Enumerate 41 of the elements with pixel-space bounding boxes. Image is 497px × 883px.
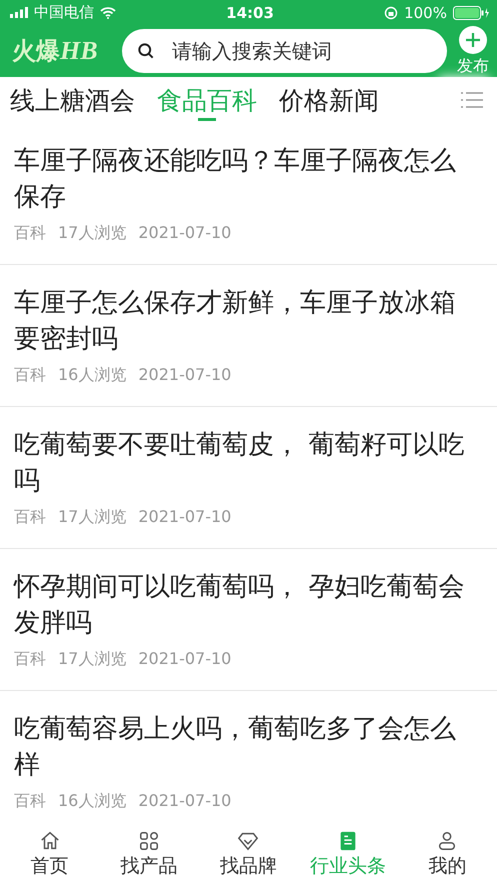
article-category: 百科: [14, 791, 46, 812]
article-date: 2021-07-10: [138, 223, 232, 244]
article-date: 2021-07-10: [138, 365, 232, 386]
wifi-icon: [100, 6, 116, 18]
search-field[interactable]: 请输入搜索关键词: [170, 38, 433, 64]
home-icon: [38, 830, 61, 852]
article-title[interactable]: 吃葡萄容易上火吗，葡萄吃多了会怎么样: [14, 711, 470, 783]
view-count: 17人浏览: [58, 223, 126, 244]
article-category: 百科: [14, 507, 46, 528]
status-time: 14:03: [226, 4, 274, 22]
article-title[interactable]: 车厘子隔夜还能吃吗？车厘子隔夜怎么保存: [14, 143, 470, 215]
view-count: 16人浏览: [58, 365, 126, 386]
view-count: 16人浏览: [58, 791, 126, 812]
signal-icon: [10, 7, 28, 18]
category-tab[interactable]: 线上糖酒会: [10, 77, 135, 123]
article-date: 2021-07-10: [138, 507, 232, 528]
nav-tab[interactable]: 找品牌: [203, 830, 294, 878]
search-bar[interactable]: 请输入搜索关键词: [122, 29, 447, 73]
article-title[interactable]: 吃葡萄要不要吐葡萄皮， 葡萄籽可以吃吗: [14, 427, 470, 499]
app-logo: 火爆HB: [12, 35, 99, 67]
nav-tab[interactable]: 我的: [402, 830, 492, 878]
grid-icon: [138, 830, 160, 852]
article-title[interactable]: 车厘子怎么保存才新鲜，车厘子放冰箱要密封吗: [14, 285, 470, 357]
article-category: 百科: [14, 365, 46, 386]
view-count: 17人浏览: [58, 649, 126, 670]
rotation-lock-icon: [384, 6, 398, 20]
article-category: 百科: [14, 223, 46, 244]
nav-tab[interactable]: 找产品: [104, 830, 194, 878]
battery-icon: [452, 6, 489, 20]
search-icon: [136, 41, 156, 61]
battery-percent: 100%: [404, 4, 447, 22]
menu-icon: [461, 91, 483, 109]
nav-tab[interactable]: 首页: [4, 830, 95, 878]
carrier-name: 中国电信: [34, 3, 94, 22]
category-tab[interactable]: 价格新闻: [279, 77, 379, 123]
plus-icon: [459, 26, 487, 54]
article-category: 百科: [14, 649, 46, 670]
article-title[interactable]: 怀孕期间可以吃葡萄吗， 孕妇吃葡萄会发胖吗: [14, 569, 470, 641]
view-count: 17人浏览: [58, 507, 126, 528]
article-date: 2021-07-10: [138, 649, 232, 670]
article-date: 2021-07-10: [138, 791, 232, 812]
